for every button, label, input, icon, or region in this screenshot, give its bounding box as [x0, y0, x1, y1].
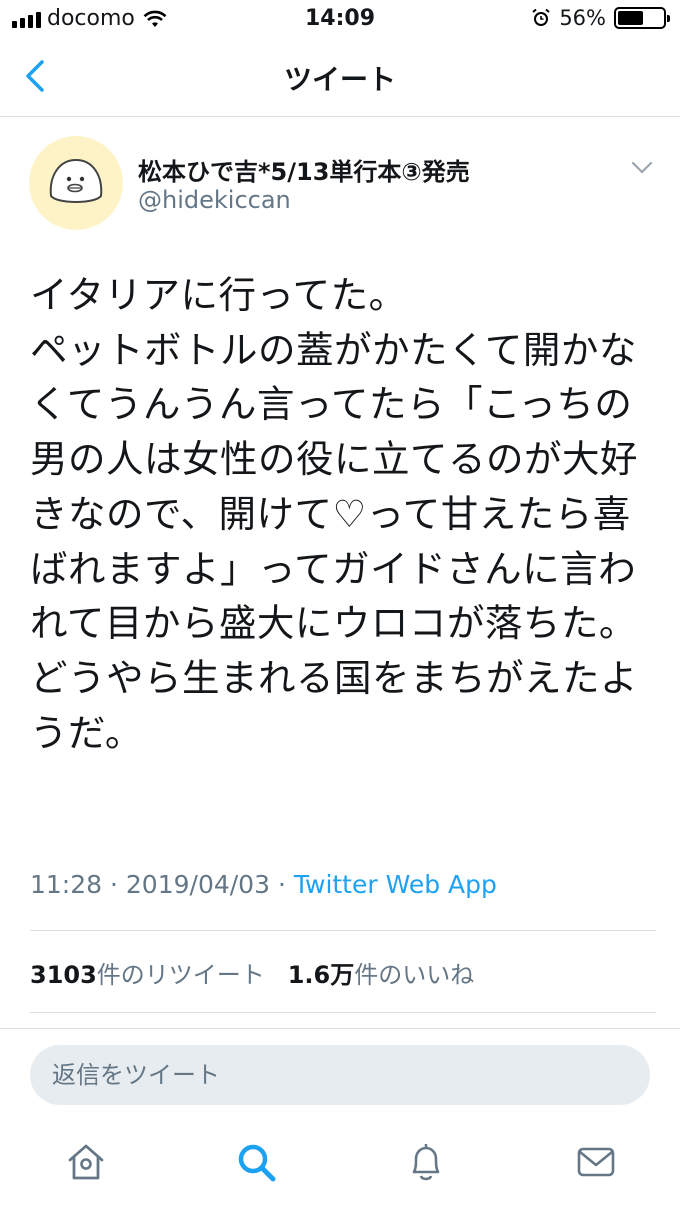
retweet-count: 3103	[30, 961, 97, 989]
like-label: 件のいいね	[354, 961, 475, 989]
retweet-label: 件のリツイート	[96, 961, 265, 989]
tweet-source-link[interactable]: Twitter Web App	[294, 870, 497, 899]
status-right: 56%	[531, 6, 670, 30]
messages-icon[interactable]	[574, 1140, 618, 1184]
retweets-link[interactable]: 3103件のリツイート	[30, 961, 265, 989]
divider	[0, 1028, 680, 1029]
page-title: ツイート	[283, 63, 396, 96]
likes-link[interactable]: 1.6万件のいいね	[288, 961, 475, 989]
author-name[interactable]: 松本ひで吉*5/13単行本③発売	[138, 152, 470, 187]
chevron-down-icon[interactable]	[630, 160, 654, 176]
nav-bar: ツイート	[0, 38, 680, 117]
notifications-icon[interactable]	[404, 1140, 448, 1184]
status-bar: docomo 14:09 56%	[0, 0, 680, 38]
meta-separator: ·	[277, 870, 286, 899]
tab-bar	[0, 1130, 680, 1200]
tweet-date: 2019/04/03	[125, 870, 270, 899]
avatar[interactable]	[29, 136, 123, 230]
home-icon[interactable]	[64, 1140, 108, 1184]
divider	[30, 1012, 656, 1013]
like-count: 1.6万	[287, 961, 355, 989]
meta-separator: ·	[110, 870, 118, 899]
tweet-text: イタリアに行ってた。 ペットボトルの蓋がかたくて開かなくてうんうん言ってたら「こ…	[30, 273, 638, 755]
reply-placeholder: 返信をツイート	[52, 1061, 220, 1089]
reply-input[interactable]: 返信をツイート	[30, 1045, 650, 1105]
battery-level	[618, 11, 643, 25]
tweet-time: 11:28	[30, 870, 103, 899]
divider	[30, 930, 656, 931]
author-handle[interactable]: @hidekiccan	[138, 186, 291, 214]
battery-percent: 56%	[559, 6, 606, 30]
search-icon[interactable]	[234, 1140, 278, 1184]
tweet-stats: 3103件のリツイート 1.6万件のいいね	[30, 955, 474, 990]
battery-icon	[614, 7, 670, 29]
tweet-meta: 11:28 · 2019/04/03 · Twitter Web App	[30, 870, 497, 899]
alarm-icon	[532, 8, 550, 26]
